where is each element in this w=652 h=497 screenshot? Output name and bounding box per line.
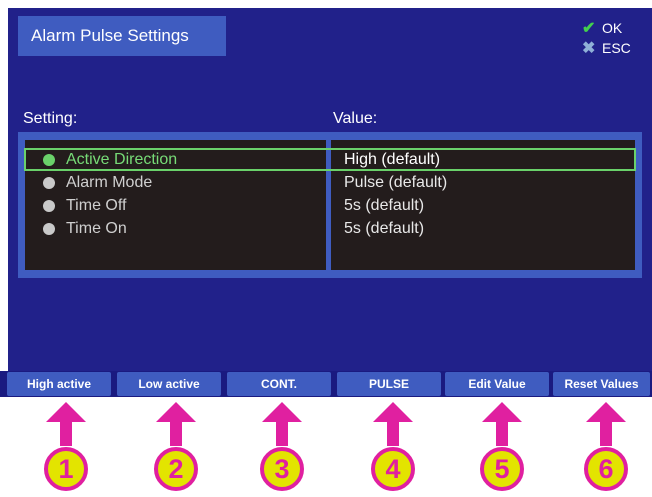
setting-row-active-direction[interactable]: Active Direction High (default) [24, 148, 636, 171]
status-dot-icon [43, 153, 55, 166]
pulse-button[interactable]: PULSE [337, 372, 441, 396]
setting-value: 5s (default) [344, 196, 425, 214]
dialog-title: Alarm Pulse Settings [18, 16, 226, 56]
up-arrow-icon [156, 402, 196, 446]
setting-label: Time On [66, 219, 127, 237]
edit-value-button[interactable]: Edit Value [445, 372, 549, 396]
esc-label: ESC [602, 40, 631, 56]
up-arrow-icon [373, 402, 413, 446]
status-dot-icon [43, 176, 55, 189]
callout-badge-1: 1 [44, 447, 88, 491]
setting-label: Alarm Mode [66, 173, 153, 191]
up-arrow-icon [586, 402, 626, 446]
setting-value: 5s (default) [344, 219, 425, 237]
reset-values-button[interactable]: Reset Values [553, 372, 650, 396]
value-column-header: Value: [333, 110, 378, 127]
callout-badge-4: 4 [371, 447, 415, 491]
continuous-button[interactable]: CONT. [227, 372, 331, 396]
setting-value: High (default) [344, 150, 441, 168]
setting-column-header: Setting: [23, 110, 78, 127]
setting-row-time-on[interactable]: Time On 5s (default) [24, 217, 636, 240]
setting-row-alarm-mode[interactable]: Alarm Mode Pulse (default) [24, 171, 636, 194]
setting-label: Active Direction [66, 150, 178, 168]
high-active-button[interactable]: High active [7, 372, 111, 396]
setting-label: Time Off [66, 196, 127, 214]
up-arrow-icon [262, 402, 302, 446]
callout-badge-2: 2 [154, 447, 198, 491]
callout-badge-6: 6 [584, 447, 628, 491]
setting-value: Pulse (default) [344, 173, 448, 191]
low-active-button[interactable]: Low active [117, 372, 221, 396]
ok-label: OK [602, 20, 623, 36]
ok-esc-legend: ✔ OK ✖ ESC [582, 18, 631, 58]
status-dot-icon [43, 199, 55, 212]
dialog-title-text: Alarm Pulse Settings [31, 26, 189, 45]
up-arrow-icon [482, 402, 522, 446]
ok-action[interactable]: ✔ OK [582, 18, 631, 38]
settings-list: Active Direction High (default) Alarm Mo… [24, 148, 636, 240]
setting-row-time-off[interactable]: Time Off 5s (default) [24, 194, 636, 217]
status-dot-icon [43, 222, 55, 235]
callout-badge-5: 5 [480, 447, 524, 491]
esc-action[interactable]: ✖ ESC [582, 38, 631, 58]
up-arrow-icon [46, 402, 86, 446]
checkmark-icon: ✔ [582, 20, 596, 37]
cross-icon: ✖ [582, 40, 596, 57]
callout-badge-3: 3 [260, 447, 304, 491]
